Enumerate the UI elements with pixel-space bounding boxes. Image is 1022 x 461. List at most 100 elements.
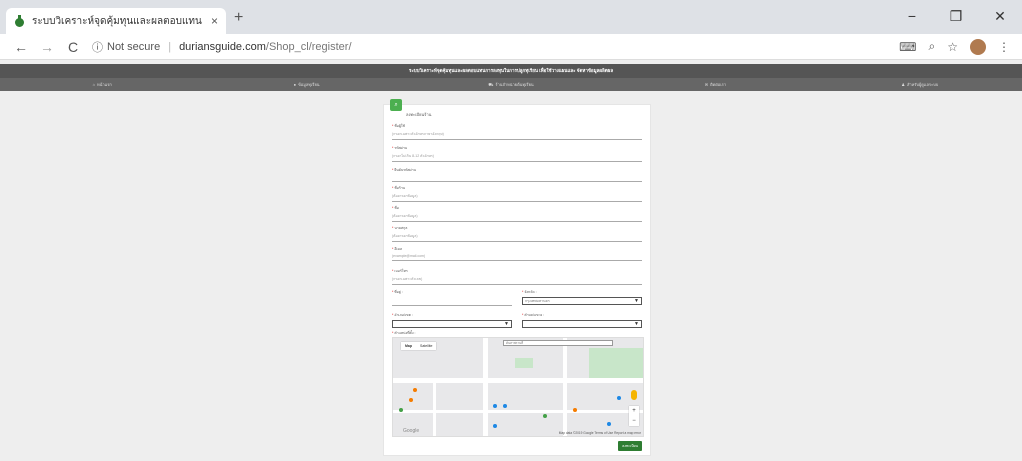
field-input[interactable]: (ต้องกรอกข้อมูล) bbox=[392, 233, 642, 239]
window-controls: − ❐ ✕ bbox=[890, 0, 1022, 34]
field-label: * ชื่อร้าน bbox=[392, 186, 406, 190]
zoom-out-button[interactable]: − bbox=[629, 416, 639, 426]
field-label: * รหัสผ่าน bbox=[392, 146, 408, 150]
reload-button[interactable]: C bbox=[60, 39, 86, 55]
subdistrict-label: * ตำบล/แขวง : bbox=[522, 313, 545, 317]
zoom-in-button[interactable]: + bbox=[629, 406, 639, 416]
tab-title: ระบบวิเคราะห์จุดคุ้มทุนและผลตอบแทน bbox=[32, 15, 202, 27]
map-type-control[interactable]: Map Satellite bbox=[401, 342, 437, 350]
field-underline bbox=[392, 139, 642, 140]
menu-icon[interactable]: ⋮ bbox=[998, 40, 1010, 54]
profile-avatar[interactable] bbox=[970, 38, 986, 55]
field-input[interactable] bbox=[392, 175, 642, 179]
chevron-down-icon: ▼ bbox=[634, 321, 639, 327]
nav-item-2[interactable]: ⛟ ร้านจำหน่ายต้นทุเรียน bbox=[409, 78, 613, 91]
field-label: * ชื่อ bbox=[392, 206, 399, 210]
url-separator: | bbox=[168, 40, 172, 53]
nav-item-3[interactable]: ✉ ติดต่อเรา bbox=[613, 78, 817, 91]
field-input[interactable]: (กรอกไม่เกิน 8-12 ตัวอักษร) bbox=[392, 153, 642, 159]
durian-favicon-icon bbox=[14, 15, 24, 27]
google-logo: Google bbox=[403, 428, 420, 434]
subdistrict-select[interactable]: ▼ bbox=[522, 320, 642, 328]
district-field: * อำเภอ/เขต : ▼ bbox=[392, 312, 512, 328]
field-underline bbox=[392, 260, 642, 261]
site-banner: ระบบวิเคราะห์จุดคุ้มทุนและผลตอบแทนการลงท… bbox=[0, 64, 1022, 78]
form-field: * ชื่อผู้ใช้ (กรอกเฉพาะตัวอักษรภาษาอังกฤษ… bbox=[392, 123, 642, 140]
restore-button[interactable]: ❐ bbox=[934, 0, 978, 34]
field-label: * นามสกุล bbox=[392, 226, 408, 230]
form-field: * รหัสผ่าน (กรอกไม่เกิน 8-12 ตัวอักษร) bbox=[392, 145, 642, 162]
close-window-button[interactable]: ✕ bbox=[978, 0, 1022, 34]
field-input[interactable]: (กรอกเฉพาะตัวอักษรภาษาอังกฤษ) bbox=[392, 131, 642, 137]
province-label: * จังหวัด : bbox=[522, 290, 537, 294]
field-label: * อีเมล bbox=[392, 247, 403, 251]
url-host: duriansguide.com bbox=[179, 40, 266, 53]
map-terms[interactable]: Map data ©2019 Google Terms of Use Repor… bbox=[559, 431, 641, 435]
bookmark-star-icon[interactable]: ☆ bbox=[947, 40, 958, 54]
field-label: * ยืนยันรหัสผ่าน bbox=[392, 168, 416, 172]
province-select[interactable]: กรุงเทพมหานคร ▼ bbox=[522, 297, 642, 305]
map-search-input[interactable]: ค้นหาสถานที่ bbox=[503, 340, 613, 346]
map-tab[interactable]: Map bbox=[405, 344, 412, 348]
nav-item-label: ข้อมูลทุเรียน bbox=[298, 82, 320, 87]
chevron-down-icon: ▼ bbox=[634, 298, 639, 304]
nav-item-label: ร้านจำหน่ายต้นทุเรียน bbox=[495, 82, 534, 87]
info-icon[interactable]: ⓘ bbox=[92, 39, 103, 55]
user-icon: ♟ bbox=[901, 82, 905, 87]
district-select[interactable]: ▼ bbox=[392, 320, 512, 328]
field-underline bbox=[392, 201, 642, 202]
nav-item-4[interactable]: ♟ สำหรับผู้ดูแลระบบ bbox=[818, 78, 1022, 91]
browser-tools: ⌨ ⌕ ☆ ⋮ bbox=[899, 38, 1014, 55]
chevron-down-icon: ▼ bbox=[504, 321, 509, 327]
province-value: กรุงเทพมหานคร bbox=[525, 299, 550, 303]
field-input[interactable]: (ต้องกรอกข้อมูล) bbox=[392, 193, 642, 199]
street-view-pegman-icon[interactable] bbox=[631, 390, 637, 400]
form-field: * ชื่อร้าน (ต้องกรอกข้อมูล) bbox=[392, 185, 642, 202]
form-field: * ยืนยันรหัสผ่าน bbox=[392, 167, 642, 182]
browser-tab[interactable]: ระบบวิเคราะห์จุดคุ้มทุนและผลตอบแทน × bbox=[6, 8, 226, 34]
site-navbar: ⌂ หน้าแรก ● ข้อมูลทุเรียน ⛟ ร้านจำหน่ายต้นทุเ… bbox=[0, 78, 1022, 91]
form-header: ลงทะเบียนร้าน bbox=[384, 107, 650, 121]
location-label: * ตำแหน่งที่ตั้ง : bbox=[392, 331, 416, 335]
form-field: * นามสกุล (ต้องกรอกข้อมูล) bbox=[392, 225, 642, 242]
back-button[interactable]: ← bbox=[8, 39, 34, 55]
district-label: * อำเภอ/เขต : bbox=[392, 313, 413, 317]
form-header-icon: ⌕ bbox=[390, 99, 402, 111]
durian-icon: ● bbox=[293, 82, 297, 87]
forward-button[interactable]: → bbox=[34, 39, 60, 55]
browser-tabbar: ระบบวิเคราะห์จุดคุ้มทุนและผลตอบแทน × + −… bbox=[0, 0, 1022, 34]
location-map[interactable]: Map Satellite ค้นหาสถานที่ + − Google Map… bbox=[392, 337, 644, 437]
field-underline bbox=[392, 181, 642, 182]
not-secure-label: Not secure bbox=[107, 40, 161, 53]
tab-close-icon[interactable]: × bbox=[211, 14, 218, 28]
field-input[interactable]: (example@mail.com) bbox=[392, 254, 642, 258]
translate-icon[interactable]: ⌨ bbox=[899, 40, 916, 54]
field-input[interactable]: (กรอกเฉพาะตัวเลข) bbox=[392, 276, 642, 282]
zoom-icon[interactable]: ⌕ bbox=[929, 39, 936, 54]
submit-button[interactable]: ลงทะเบียน bbox=[618, 441, 642, 451]
nav-item-1[interactable]: ● ข้อมูลทุเรียน bbox=[204, 78, 408, 91]
form-field: * เบอร์โทร (กรอกเฉพาะตัวเลข) bbox=[392, 268, 642, 285]
nav-item-label: ติดต่อเรา bbox=[710, 82, 727, 87]
field-input[interactable]: (ต้องกรอกข้อมูล) bbox=[392, 213, 642, 219]
address-field: * ที่อยู่ : bbox=[392, 289, 512, 306]
address-bar: ← → C ⓘ Not secure | duriansguide.com/Sh… bbox=[0, 34, 1022, 60]
field-underline bbox=[392, 221, 642, 222]
form-field: * อีเมล (example@mail.com) bbox=[392, 246, 642, 261]
province-field: * จังหวัด : กรุงเทพมหานคร ▼ bbox=[522, 289, 642, 305]
field-underline bbox=[392, 241, 642, 242]
nav-item-label: หน้าแรก bbox=[97, 82, 112, 87]
url-input[interactable]: ⓘ Not secure | duriansguide.com/Shop_cl/… bbox=[86, 37, 899, 57]
minimize-button[interactable]: − bbox=[890, 0, 934, 34]
field-underline bbox=[392, 161, 642, 162]
field-label: * ชื่อผู้ใช้ bbox=[392, 124, 405, 128]
satellite-tab[interactable]: Satellite bbox=[420, 344, 432, 348]
new-tab-button[interactable]: + bbox=[234, 9, 243, 27]
nav-item-label: สำหรับผู้ดูแลระบบ bbox=[906, 82, 939, 87]
nav-item-0[interactable]: ⌂ หน้าแรก bbox=[0, 78, 204, 91]
subdistrict-field: * ตำบล/แขวง : ▼ bbox=[522, 312, 642, 328]
map-zoom-control[interactable]: + − bbox=[629, 406, 639, 426]
register-form-card: ⌕ ลงทะเบียนร้าน * ชื่อผู้ใช้ (กรอกเฉพาะตั… bbox=[383, 99, 651, 456]
home-icon: ⌂ bbox=[92, 82, 96, 87]
address-input[interactable] bbox=[392, 305, 512, 306]
